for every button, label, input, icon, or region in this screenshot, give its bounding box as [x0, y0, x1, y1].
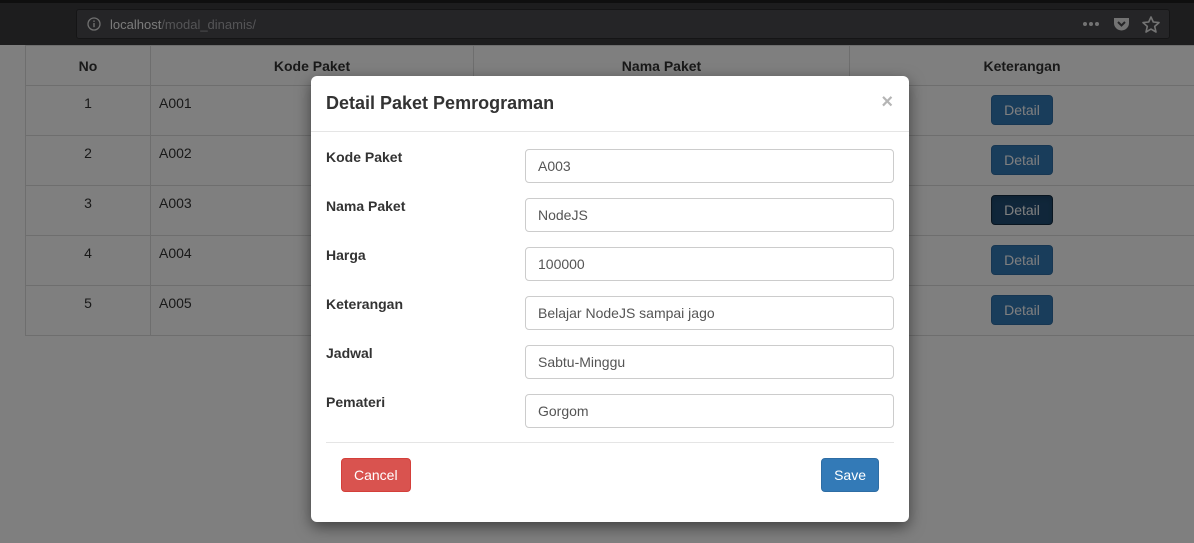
harga-input[interactable] [525, 247, 894, 281]
form-row-nama-paket: Nama Paket [326, 198, 894, 232]
label-keterangan: Keterangan [326, 296, 404, 312]
form-row-harga: Harga [326, 247, 894, 281]
modal-footer-divider [326, 442, 894, 443]
modal-header: Detail Paket Pemrograman × [311, 76, 909, 132]
jadwal-input[interactable] [525, 345, 894, 379]
form-row-kode-paket: Kode Paket [326, 149, 894, 183]
pemateri-input[interactable] [525, 394, 894, 428]
label-kode-paket: Kode Paket [326, 149, 403, 165]
close-icon[interactable]: × [881, 92, 893, 112]
form-row-jadwal: Jadwal [326, 345, 894, 379]
modal-title: Detail Paket Pemrograman [326, 93, 555, 113]
keterangan-input[interactable] [525, 296, 894, 330]
form-row-pemateri: Pemateri [326, 394, 894, 428]
kode-paket-input[interactable] [525, 149, 894, 183]
label-harga: Harga [326, 247, 366, 263]
label-jadwal: Jadwal [326, 345, 373, 361]
detail-modal: Detail Paket Pemrograman × Kode Paket Na… [311, 76, 909, 522]
save-button[interactable]: Save [821, 458, 879, 492]
label-pemateri: Pemateri [326, 394, 386, 410]
form-row-keterangan: Keterangan [326, 296, 894, 330]
cancel-button[interactable]: Cancel [341, 458, 411, 492]
nama-paket-input[interactable] [525, 198, 894, 232]
label-nama-paket: Nama Paket [326, 198, 406, 214]
